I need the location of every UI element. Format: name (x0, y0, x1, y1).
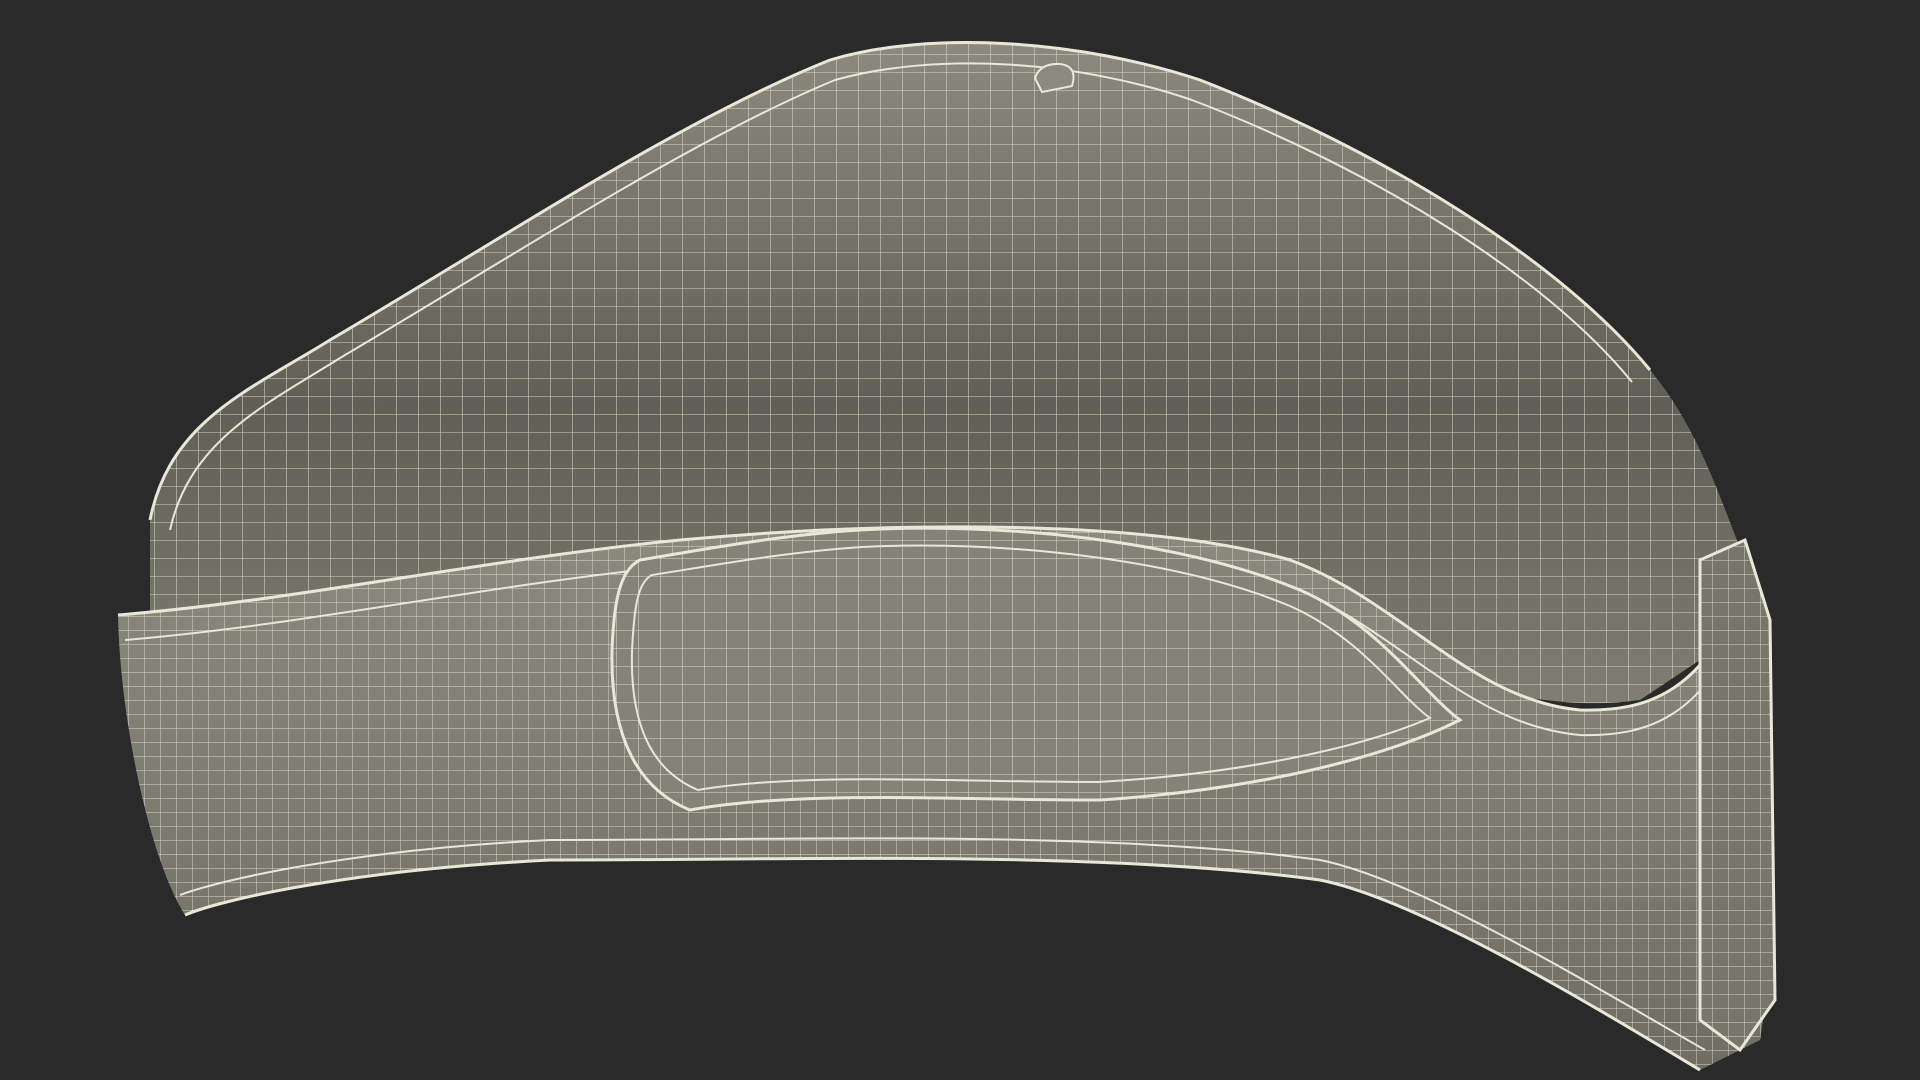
wireframe-render (0, 0, 1920, 1080)
render-viewport (0, 0, 1920, 1080)
strap-end (1698, 537, 1777, 1053)
